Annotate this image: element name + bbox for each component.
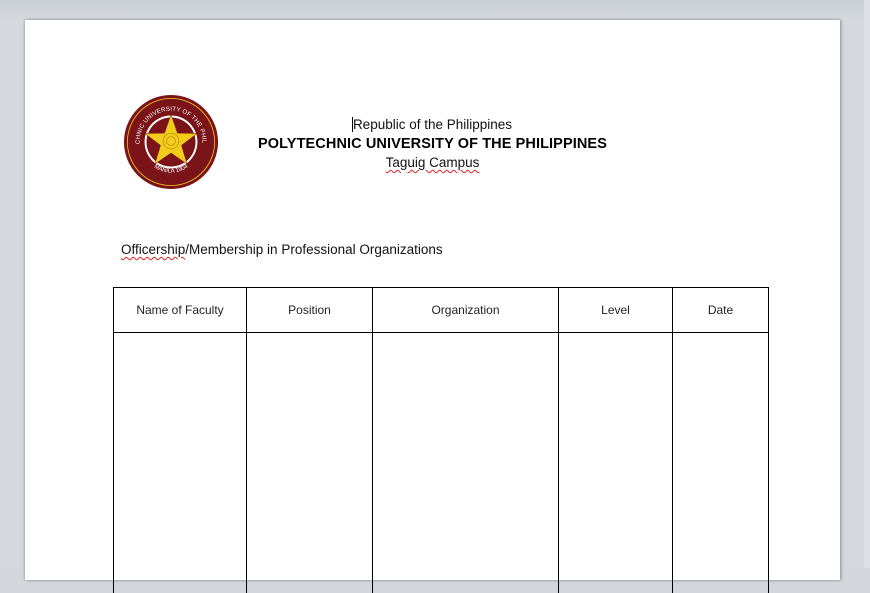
scrollbar-edge[interactable]	[864, 0, 870, 568]
campus-name[interactable]: Taguig Campus	[225, 154, 640, 172]
campus-text: Taguig Campus	[386, 155, 480, 170]
university-name[interactable]: POLYTECHNIC UNIVERSITY OF THE PHILIPPINE…	[225, 134, 640, 154]
cell-organization[interactable]	[373, 333, 559, 593]
document-page[interactable]: POLYTECHNIC UNIVERSITY OF THE PHILIPPINE…	[25, 20, 840, 580]
column-header-organization[interactable]: Organization	[373, 288, 559, 333]
cell-position[interactable]	[247, 333, 373, 593]
republic-text: Republic of the Philippines	[353, 117, 512, 132]
text-cursor	[352, 117, 353, 132]
column-header-date[interactable]: Date	[673, 288, 769, 333]
cell-name-of-faculty[interactable]	[114, 333, 247, 593]
document-canvas: POLYTECHNIC UNIVERSITY OF THE PHILIPPINE…	[0, 0, 870, 568]
section-title[interactable]: Officership/Membership in Professional O…	[121, 242, 443, 257]
letterhead: Republic of the Philippines POLYTECHNIC …	[225, 116, 640, 172]
table-header-row: Name of Faculty Position Organization Le…	[114, 288, 769, 333]
column-header-name-of-faculty[interactable]: Name of Faculty	[114, 288, 247, 333]
section-title-part2: /Membership in Professional Organization…	[185, 242, 442, 257]
cell-date[interactable]	[673, 333, 769, 593]
table-row	[114, 333, 769, 593]
organizations-table[interactable]: Name of Faculty Position Organization Le…	[113, 287, 769, 593]
column-header-position[interactable]: Position	[247, 288, 373, 333]
column-header-level[interactable]: Level	[559, 288, 673, 333]
letterhead-line1[interactable]: Republic of the Philippines	[225, 116, 640, 134]
section-title-part1: Officership	[121, 242, 185, 257]
pup-seal-logo: POLYTECHNIC UNIVERSITY OF THE PHILIPPINE…	[121, 93, 221, 191]
cell-level[interactable]	[559, 333, 673, 593]
